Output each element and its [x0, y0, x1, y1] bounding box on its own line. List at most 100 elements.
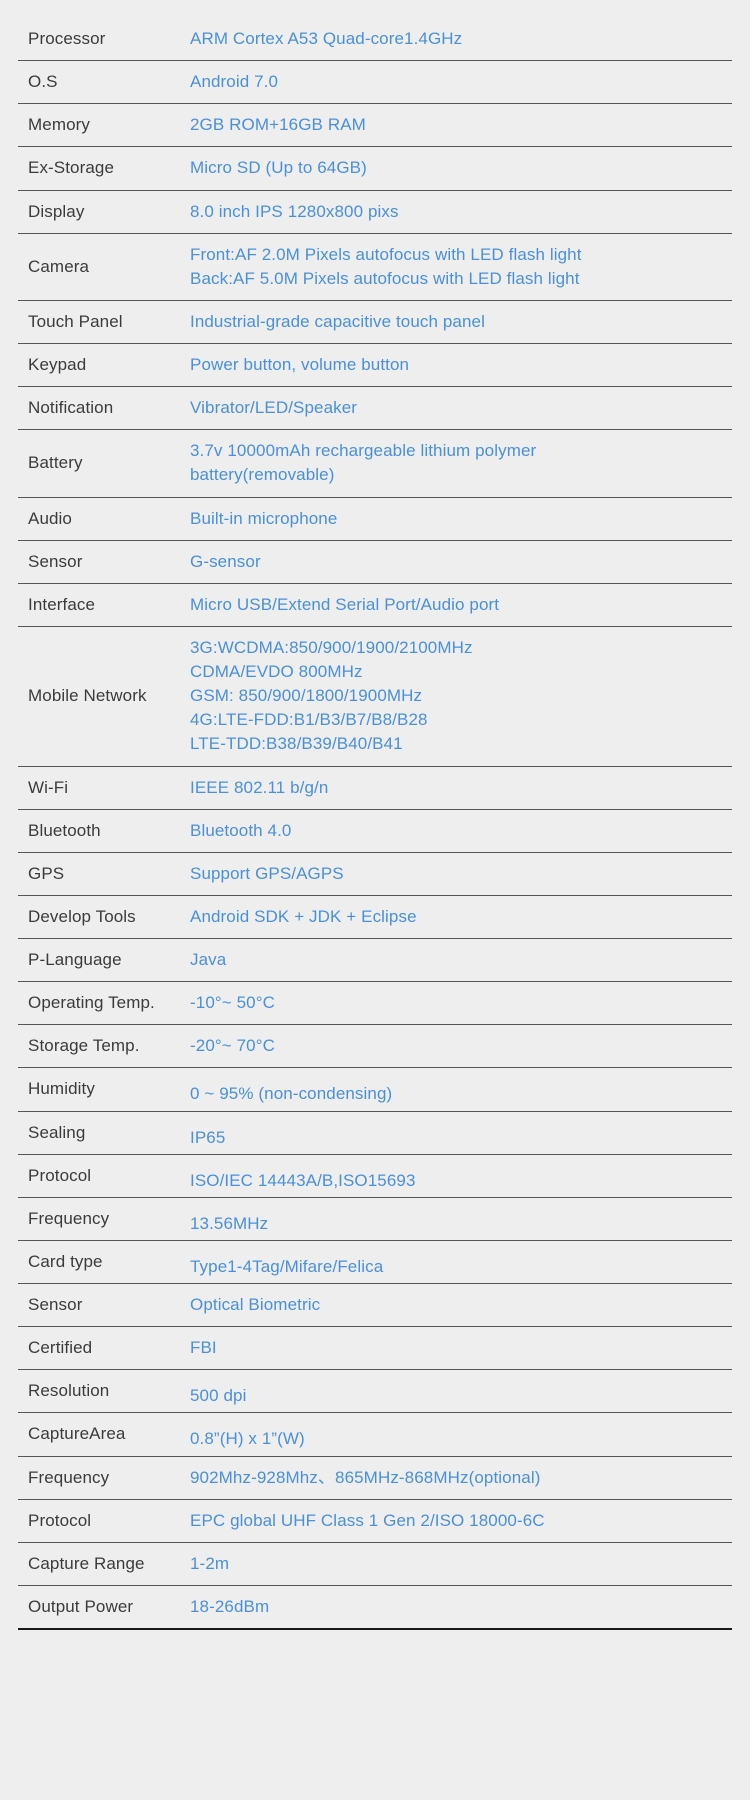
spec-row: Touch PanelIndustrial-grade capacitive t…	[18, 301, 732, 344]
spec-value-line: Vibrator/LED/Speaker	[190, 396, 726, 420]
spec-row: Output Power18-26dBm	[18, 1586, 732, 1630]
spec-row-value: 3G:WCDMA:850/900/1900/2100MHzCDMA/EVDO 8…	[190, 627, 732, 766]
spec-value-line: 3.7v 10000mAh rechargeable lithium polym…	[190, 439, 726, 463]
spec-value-line: Bluetooth 4.0	[190, 819, 726, 843]
spec-row-value: Front:AF 2.0M Pixels autofocus with LED …	[190, 234, 732, 300]
spec-value-line: 13.56MHz	[190, 1212, 726, 1236]
spec-value-line: Back:AF 5.0M Pixels autofocus with LED f…	[190, 267, 726, 291]
spec-value-line: Micro SD (Up to 64GB)	[190, 156, 726, 180]
spec-row-value: 2GB ROM+16GB RAM	[190, 104, 732, 146]
spec-row-label: Output Power	[18, 1586, 190, 1628]
spec-row: SensorOptical Biometric	[18, 1284, 732, 1327]
spec-row: Ex-StorageMicro SD (Up to 64GB)	[18, 147, 732, 190]
spec-row: InterfaceMicro USB/Extend Serial Port/Au…	[18, 584, 732, 627]
spec-row-value: Built-in microphone	[190, 498, 732, 540]
spec-value-line: Android SDK + JDK + Eclipse	[190, 905, 726, 929]
spec-row-label: Certified	[18, 1327, 190, 1369]
spec-value-line: Android 7.0	[190, 70, 726, 94]
spec-row: Wi-FiIEEE 802.11 b/g/n	[18, 767, 732, 810]
spec-row: NotificationVibrator/LED/Speaker	[18, 387, 732, 430]
spec-row-value: -20°~ 70°C	[190, 1025, 732, 1067]
spec-row-value: Power button, volume button	[190, 344, 732, 386]
spec-value-line: Type1-4Tag/Mifare/Felica	[190, 1255, 726, 1279]
spec-value-line: 500 dpi	[190, 1384, 726, 1408]
spec-row-label: Camera	[18, 234, 190, 300]
spec-row-value: Android 7.0	[190, 61, 732, 103]
spec-row-label: Operating Temp.	[18, 982, 190, 1024]
spec-row: Display8.0 inch IPS 1280x800 pixs	[18, 191, 732, 234]
spec-row-value: 3.7v 10000mAh rechargeable lithium polym…	[190, 430, 732, 496]
spec-row-value: 8.0 inch IPS 1280x800 pixs	[190, 191, 732, 233]
spec-row-label: Wi-Fi	[18, 767, 190, 809]
spec-row-label: Storage Temp.	[18, 1025, 190, 1067]
spec-value-line: 18-26dBm	[190, 1595, 726, 1619]
spec-value-line: Front:AF 2.0M Pixels autofocus with LED …	[190, 243, 726, 267]
spec-value-line: 3G:WCDMA:850/900/1900/2100MHz	[190, 636, 726, 660]
spec-row-label: Sensor	[18, 541, 190, 583]
spec-row-label: Interface	[18, 584, 190, 626]
spec-row-value: G-sensor	[190, 541, 732, 583]
spec-row: O.SAndroid 7.0	[18, 61, 732, 104]
spec-row-label: P-Language	[18, 939, 190, 981]
spec-row: Resolution500 dpi	[18, 1370, 732, 1413]
spec-row: Frequency13.56MHz	[18, 1198, 732, 1241]
spec-row-value: 13.56MHz	[190, 1198, 732, 1240]
spec-row-label: Ex-Storage	[18, 147, 190, 189]
spec-value-line: Support GPS/AGPS	[190, 862, 726, 886]
spec-value-line: 902Mhz-928Mhz、865MHz-868MHz(optional)	[190, 1466, 726, 1490]
spec-value-line: -20°~ 70°C	[190, 1034, 726, 1058]
spec-row: CertifiedFBI	[18, 1327, 732, 1370]
spec-row-label: Mobile Network	[18, 627, 190, 766]
spec-row-label: Keypad	[18, 344, 190, 386]
spec-row: CameraFront:AF 2.0M Pixels autofocus wit…	[18, 234, 732, 301]
spec-row-value: Support GPS/AGPS	[190, 853, 732, 895]
spec-row-label: Protocol	[18, 1155, 190, 1197]
spec-row-value: 0.8”(H) x 1”(W)	[190, 1413, 732, 1455]
spec-row-value: Micro SD (Up to 64GB)	[190, 147, 732, 189]
spec-row-value: 1-2m	[190, 1543, 732, 1585]
spec-value-line: ARM Cortex A53 Quad-core1.4GHz	[190, 27, 726, 51]
spec-value-line: Power button, volume button	[190, 353, 726, 377]
spec-row-value: Industrial-grade capacitive touch panel	[190, 301, 732, 343]
spec-row: Operating Temp.-10°~ 50°C	[18, 982, 732, 1025]
spec-value-line: 8.0 inch IPS 1280x800 pixs	[190, 200, 726, 224]
spec-row-value: Bluetooth 4.0	[190, 810, 732, 852]
spec-row-value: 18-26dBm	[190, 1586, 732, 1628]
spec-row-label: Humidity	[18, 1068, 190, 1110]
spec-row-value: EPC global UHF Class 1 Gen 2/ISO 18000-6…	[190, 1500, 732, 1542]
spec-row: AudioBuilt-in microphone	[18, 498, 732, 541]
spec-row: Capture Range1-2m	[18, 1543, 732, 1586]
spec-value-line: CDMA/EVDO 800MHz	[190, 660, 726, 684]
spec-value-line: Java	[190, 948, 726, 972]
specification-table: ProcessorARM Cortex A53 Quad-core1.4GHzO…	[0, 0, 750, 1630]
spec-value-line: EPC global UHF Class 1 Gen 2/ISO 18000-6…	[190, 1509, 726, 1533]
spec-row: Humidity0 ~ 95% (non-condensing)	[18, 1068, 732, 1111]
spec-row-value: Vibrator/LED/Speaker	[190, 387, 732, 429]
spec-value-line: FBI	[190, 1336, 726, 1360]
spec-row-label: Battery	[18, 430, 190, 496]
spec-row-label: Develop Tools	[18, 896, 190, 938]
spec-row: SensorG-sensor	[18, 541, 732, 584]
spec-row: CaptureArea0.8”(H) x 1”(W)	[18, 1413, 732, 1456]
spec-row-label: O.S	[18, 61, 190, 103]
spec-row-label: Processor	[18, 18, 190, 60]
spec-row-value: Java	[190, 939, 732, 981]
spec-row-label: Audio	[18, 498, 190, 540]
spec-row-label: Memory	[18, 104, 190, 146]
spec-row-value: Optical Biometric	[190, 1284, 732, 1326]
spec-row-value: IP65	[190, 1112, 732, 1154]
spec-row-label: Bluetooth	[18, 810, 190, 852]
spec-value-line: 4G:LTE-FDD:B1/B3/B7/B8/B28	[190, 708, 726, 732]
spec-row-value: ISO/IEC 14443A/B,ISO15693	[190, 1155, 732, 1197]
spec-value-line: IEEE 802.11 b/g/n	[190, 776, 726, 800]
spec-row-label: Resolution	[18, 1370, 190, 1412]
spec-row: ProcessorARM Cortex A53 Quad-core1.4GHz	[18, 18, 732, 61]
spec-row: Memory2GB ROM+16GB RAM	[18, 104, 732, 147]
spec-row: ProtocolISO/IEC 14443A/B,ISO15693	[18, 1155, 732, 1198]
spec-value-line: 1-2m	[190, 1552, 726, 1576]
spec-row-label: Capture Range	[18, 1543, 190, 1585]
spec-value-line: battery(removable)	[190, 463, 726, 487]
spec-row: Storage Temp.-20°~ 70°C	[18, 1025, 732, 1068]
spec-row-value: Micro USB/Extend Serial Port/Audio port	[190, 584, 732, 626]
spec-row-value: 0 ~ 95% (non-condensing)	[190, 1068, 732, 1110]
